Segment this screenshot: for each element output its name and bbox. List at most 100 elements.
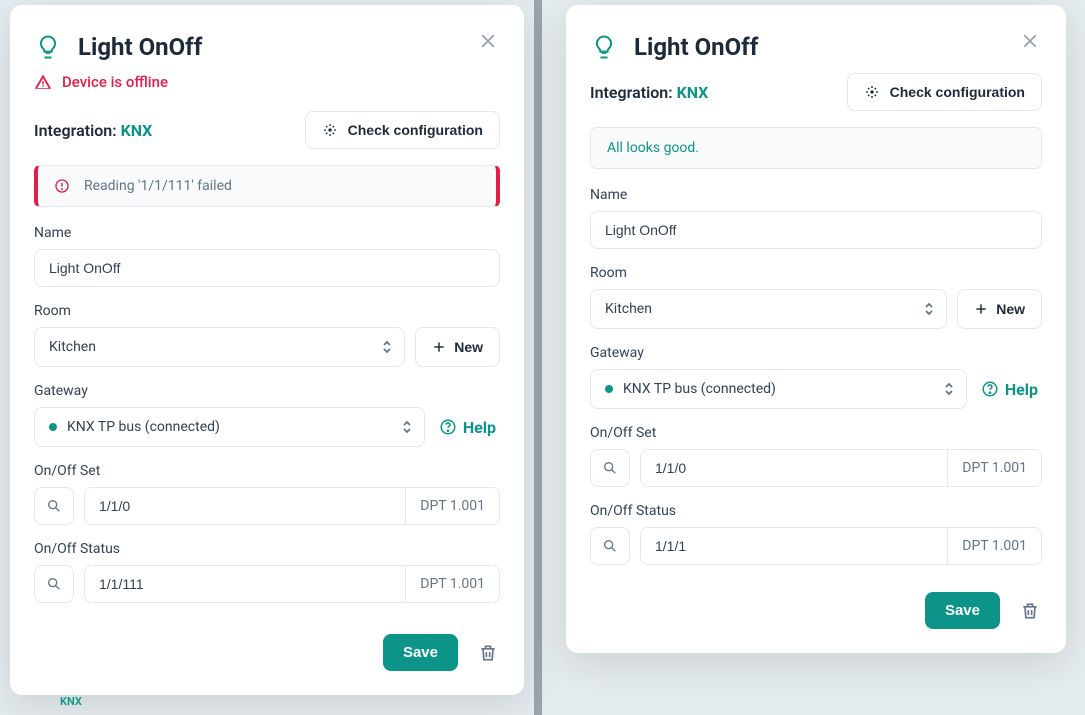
footer-actions: Save (925, 592, 1042, 629)
warning-icon (34, 73, 52, 91)
success-banner: All looks good. (590, 127, 1042, 169)
integration-row: Integration: KNX Check configuration (590, 73, 1042, 111)
dpt-badge: DPT 1.001 (947, 528, 1041, 564)
close-button[interactable] (474, 27, 502, 55)
new-button-label: New (454, 339, 483, 355)
name-input[interactable] (34, 249, 500, 287)
background-knx-tag: KNX (60, 695, 82, 708)
lightbulb-icon (34, 33, 62, 61)
search-address-button[interactable] (590, 527, 630, 565)
trash-icon (478, 643, 498, 663)
modal-header: Light OnOff (590, 33, 1042, 61)
help-link[interactable]: Help (435, 407, 500, 447)
onoff-status-group: On/Off Status DPT 1.001 (34, 541, 500, 603)
search-address-button[interactable] (590, 449, 630, 487)
error-banner: Reading '1/1/111' failed (34, 165, 500, 207)
delete-button[interactable] (476, 641, 500, 665)
new-button-label: New (996, 301, 1025, 317)
onoff-status-label: On/Off Status (34, 541, 500, 557)
gateway-select[interactable]: KNX TP bus (connected) (34, 407, 425, 447)
integration-label-text: Integration: (34, 121, 117, 140)
name-field-group: Name (34, 225, 500, 287)
check-configuration-button[interactable]: Check configuration (847, 73, 1042, 111)
gateway-select-value: KNX TP bus (connected) (67, 419, 220, 435)
gateway-select-value: KNX TP bus (connected) (623, 381, 776, 397)
save-button[interactable]: Save (383, 634, 458, 671)
lightbulb-icon (590, 33, 618, 61)
new-room-button[interactable]: New (415, 327, 500, 367)
integration-label: Integration: KNX (590, 83, 708, 102)
close-icon (1021, 32, 1039, 50)
name-input[interactable] (590, 211, 1042, 249)
help-link[interactable]: Help (977, 369, 1042, 409)
gateway-field-group: Gateway KNX TP bus (connected) Help (590, 345, 1042, 409)
onoff-status-input[interactable] (641, 528, 947, 564)
gateway-field-group: Gateway KNX TP bus (connected) Help (34, 383, 500, 447)
split-divider (534, 0, 542, 715)
dpt-badge: DPT 1.001 (947, 450, 1041, 486)
integration-label-text: Integration: (590, 83, 673, 102)
dpt-badge: DPT 1.001 (405, 566, 499, 602)
search-icon (602, 538, 618, 554)
delete-button[interactable] (1018, 599, 1042, 623)
close-icon (479, 32, 497, 50)
trash-icon (1020, 601, 1040, 621)
room-field-group: Room Kitchen New (34, 303, 500, 367)
new-room-button[interactable]: New (957, 289, 1042, 329)
name-label: Name (34, 225, 500, 241)
device-config-modal-right: Light OnOff Integration: KNX Check confi… (566, 5, 1066, 653)
search-icon (602, 460, 618, 476)
room-select[interactable]: Kitchen (34, 327, 405, 367)
integration-label: Integration: KNX (34, 121, 152, 140)
check-configuration-button[interactable]: Check configuration (305, 111, 500, 149)
save-button[interactable]: Save (925, 592, 1000, 629)
onoff-status-input[interactable] (85, 566, 405, 602)
plus-icon (974, 302, 988, 316)
search-icon (46, 498, 62, 514)
name-label: Name (590, 187, 1042, 203)
integration-value[interactable]: KNX (677, 83, 709, 102)
search-address-button[interactable] (34, 487, 74, 525)
room-select-value: Kitchen (49, 339, 96, 355)
modal-title: Light OnOff (634, 33, 758, 61)
onoff-set-input[interactable] (85, 488, 405, 524)
gateway-select[interactable]: KNX TP bus (connected) (590, 369, 967, 409)
plus-icon (432, 340, 446, 354)
help-label: Help (1005, 380, 1038, 399)
device-config-modal-left: Light OnOff Device is offline Integratio… (10, 5, 524, 695)
room-field-group: Room Kitchen New (590, 265, 1042, 329)
help-circle-icon (439, 418, 457, 436)
offline-warning: Device is offline (34, 73, 500, 91)
status-dot-icon (605, 385, 613, 393)
room-select-value: Kitchen (605, 301, 652, 317)
search-icon (46, 576, 62, 592)
gateway-label: Gateway (590, 345, 1042, 361)
modal-title: Light OnOff (78, 33, 202, 61)
room-select[interactable]: Kitchen (590, 289, 947, 329)
error-icon (54, 178, 70, 194)
modal-header: Light OnOff (34, 33, 500, 61)
room-label: Room (34, 303, 500, 319)
close-button[interactable] (1016, 27, 1044, 55)
onoff-status-group: On/Off Status DPT 1.001 (590, 503, 1042, 565)
dpt-badge: DPT 1.001 (405, 488, 499, 524)
onoff-set-label: On/Off Set (34, 463, 500, 479)
room-label: Room (590, 265, 1042, 281)
name-field-group: Name (590, 187, 1042, 249)
status-dot-icon (49, 423, 57, 431)
help-circle-icon (981, 380, 999, 398)
onoff-set-input[interactable] (641, 450, 947, 486)
onoff-set-group: On/Off Set DPT 1.001 (34, 463, 500, 525)
onoff-set-group: On/Off Set DPT 1.001 (590, 425, 1042, 487)
footer-actions: Save (383, 634, 500, 671)
sparkle-cursor-icon (322, 122, 338, 138)
search-address-button[interactable] (34, 565, 74, 603)
onoff-status-label: On/Off Status (590, 503, 1042, 519)
check-config-label: Check configuration (348, 122, 483, 138)
integration-row: Integration: KNX Check configuration (34, 111, 500, 149)
success-banner-text: All looks good. (607, 140, 699, 156)
error-banner-text: Reading '1/1/111' failed (84, 178, 232, 194)
gateway-label: Gateway (34, 383, 500, 399)
help-label: Help (463, 418, 496, 437)
integration-value[interactable]: KNX (121, 121, 153, 140)
